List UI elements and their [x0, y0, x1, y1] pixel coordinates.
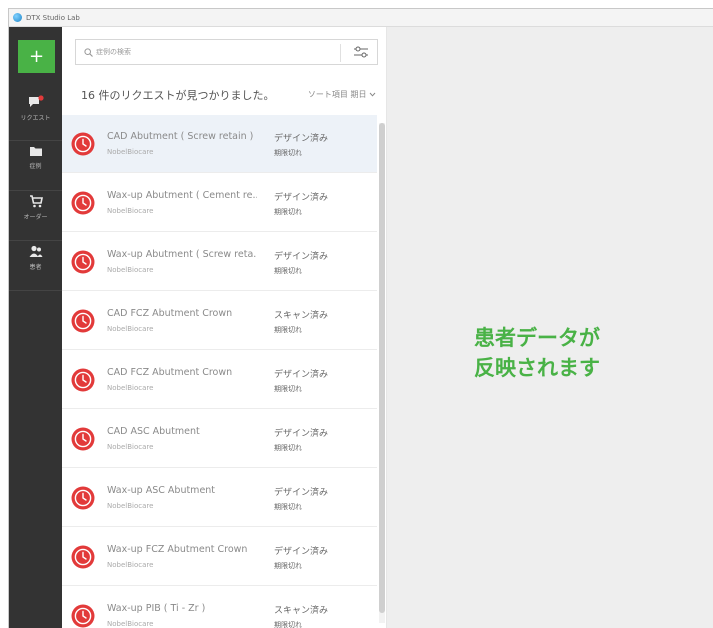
request-company: NobelBiocare	[107, 443, 154, 451]
add-request-button[interactable]: +	[18, 40, 55, 73]
request-row[interactable]: Wax-up ASC Abutment NobelBiocare デザイン済み 期限切…	[62, 469, 377, 527]
request-row[interactable]: Wax-up FCZ Abutment Crown NobelBiocare デザイ…	[62, 528, 377, 586]
folder-icon	[29, 147, 42, 156]
request-status: スキャン済み	[274, 311, 329, 321]
search-divider	[340, 44, 341, 62]
request-row[interactable]: CAD FCZ Abutment Crown NobelBiocare デザイン済み…	[62, 351, 377, 409]
request-company: NobelBiocare	[107, 620, 154, 628]
request-status: デザイン済み	[274, 134, 329, 144]
sidebar: + リクエスト 症例 オーダー 患者	[9, 27, 62, 628]
clock-icon	[71, 191, 95, 215]
request-expiry: 期限切れ	[274, 621, 302, 628]
request-title: CAD FCZ Abutment Crown	[107, 367, 233, 378]
sidebar-item-label: 患者	[29, 264, 42, 271]
request-title: CAD Abutment ( Screw retain )	[107, 131, 254, 142]
app-logo-icon	[13, 13, 22, 22]
request-status: スキャン済み	[274, 606, 329, 616]
sidebar-item-label: オーダー	[23, 214, 48, 221]
request-company: NobelBiocare	[107, 384, 154, 392]
detail-placeholder-text: 患者データが 反映されます	[474, 323, 600, 383]
search-input[interactable]: 症例の検索	[75, 39, 378, 65]
request-company: NobelBiocare	[107, 561, 154, 569]
request-company: NobelBiocare	[107, 266, 154, 274]
detail-panel: 患者データが 反映されます	[387, 27, 713, 628]
request-expiry: 期限切れ	[274, 267, 302, 275]
app-window: DTX Studio Lab + リクエスト 症例 オーダー 患者 症例の検索 …	[8, 8, 713, 628]
request-row[interactable]: Wax-up Abutment ( Cement re... NobelBioca…	[62, 174, 377, 232]
request-list-panel: 症例の検索 16 件のリクエストが見つかりました。 ソート項目 期日 CAD A…	[62, 27, 387, 628]
request-title: CAD ASC Abutment	[107, 426, 200, 437]
request-expiry: 期限切れ	[274, 326, 302, 334]
request-company: NobelBiocare	[107, 325, 154, 333]
request-row[interactable]: Wax-up PIB ( Ti - Zr ) NobelBiocare スキャン済み…	[62, 587, 377, 628]
chevron-down-icon	[369, 92, 376, 97]
request-expiry: 期限切れ	[274, 208, 302, 216]
sort-label: ソート項目 期日	[307, 90, 367, 99]
list-scrollbar[interactable]	[379, 123, 385, 623]
request-status: デザイン済み	[274, 252, 329, 262]
request-expiry: 期限切れ	[274, 503, 302, 511]
request-list: CAD Abutment ( Screw retain ) NobelBiocar…	[62, 115, 377, 628]
clock-icon	[71, 486, 95, 510]
request-status: デザイン済み	[274, 193, 329, 203]
sidebar-item-orders[interactable]: オーダー	[9, 195, 62, 241]
request-title: CAD FCZ Abutment Crown	[107, 308, 233, 319]
request-status: デザイン済み	[274, 547, 329, 557]
request-title: Wax-up Abutment ( Cement re...	[107, 190, 257, 201]
request-row[interactable]: CAD ASC Abutment NobelBiocare デザイン済み 期限切れ	[62, 410, 377, 468]
sort-dropdown[interactable]: ソート項目 期日	[308, 89, 376, 100]
request-company: NobelBiocare	[107, 148, 154, 156]
scrollbar-thumb[interactable]	[379, 123, 385, 613]
request-row[interactable]: CAD FCZ Abutment Crown NobelBiocare スキャン済み…	[62, 292, 377, 350]
clock-icon	[71, 250, 95, 274]
sidebar-item-label: リクエスト	[20, 115, 51, 122]
detail-line-2: 反映されます	[474, 356, 600, 380]
clock-icon	[71, 368, 95, 392]
sidebar-item-cases[interactable]: 症例	[9, 145, 62, 191]
patients-icon	[29, 245, 42, 257]
detail-line-1: 患者データが	[474, 326, 600, 350]
request-title: Wax-up ASC Abutment	[107, 485, 216, 496]
request-title: Wax-up FCZ Abutment Crown	[107, 544, 248, 555]
title-bar: DTX Studio Lab	[9, 9, 713, 27]
request-row[interactable]: Wax-up Abutment ( Screw reta... NobelBioc…	[62, 233, 377, 291]
request-expiry: 期限切れ	[274, 444, 302, 452]
request-company: NobelBiocare	[107, 207, 154, 215]
request-company: NobelBiocare	[107, 502, 154, 510]
request-row[interactable]: CAD Abutment ( Screw retain ) NobelBiocar…	[62, 115, 377, 173]
request-expiry: 期限切れ	[274, 385, 302, 393]
results-count: 16 件のリクエストが見つかりました。	[81, 89, 275, 102]
clock-icon	[71, 427, 95, 451]
search-placeholder: 症例の検索	[96, 48, 131, 56]
request-status: デザイン済み	[274, 488, 329, 498]
filter-sliders-icon[interactable]	[353, 45, 369, 59]
clock-icon	[71, 309, 95, 333]
sidebar-item-requests[interactable]: リクエスト	[9, 95, 62, 141]
search-icon	[84, 47, 93, 57]
sidebar-item-patients[interactable]: 患者	[9, 245, 62, 291]
request-title: Wax-up PIB ( Ti - Zr )	[107, 603, 206, 614]
request-title: Wax-up Abutment ( Screw reta...	[107, 249, 257, 260]
chat-notification-icon	[28, 95, 44, 107]
cart-icon	[29, 195, 43, 208]
app-title: DTX Studio Lab	[26, 13, 80, 22]
clock-icon	[71, 604, 95, 628]
request-expiry: 期限切れ	[274, 562, 302, 570]
clock-icon	[71, 545, 95, 569]
request-expiry: 期限切れ	[274, 149, 302, 157]
request-status: デザイン済み	[274, 429, 329, 439]
clock-icon	[71, 132, 95, 156]
sidebar-item-label: 症例	[29, 163, 42, 170]
request-status: デザイン済み	[274, 370, 329, 380]
